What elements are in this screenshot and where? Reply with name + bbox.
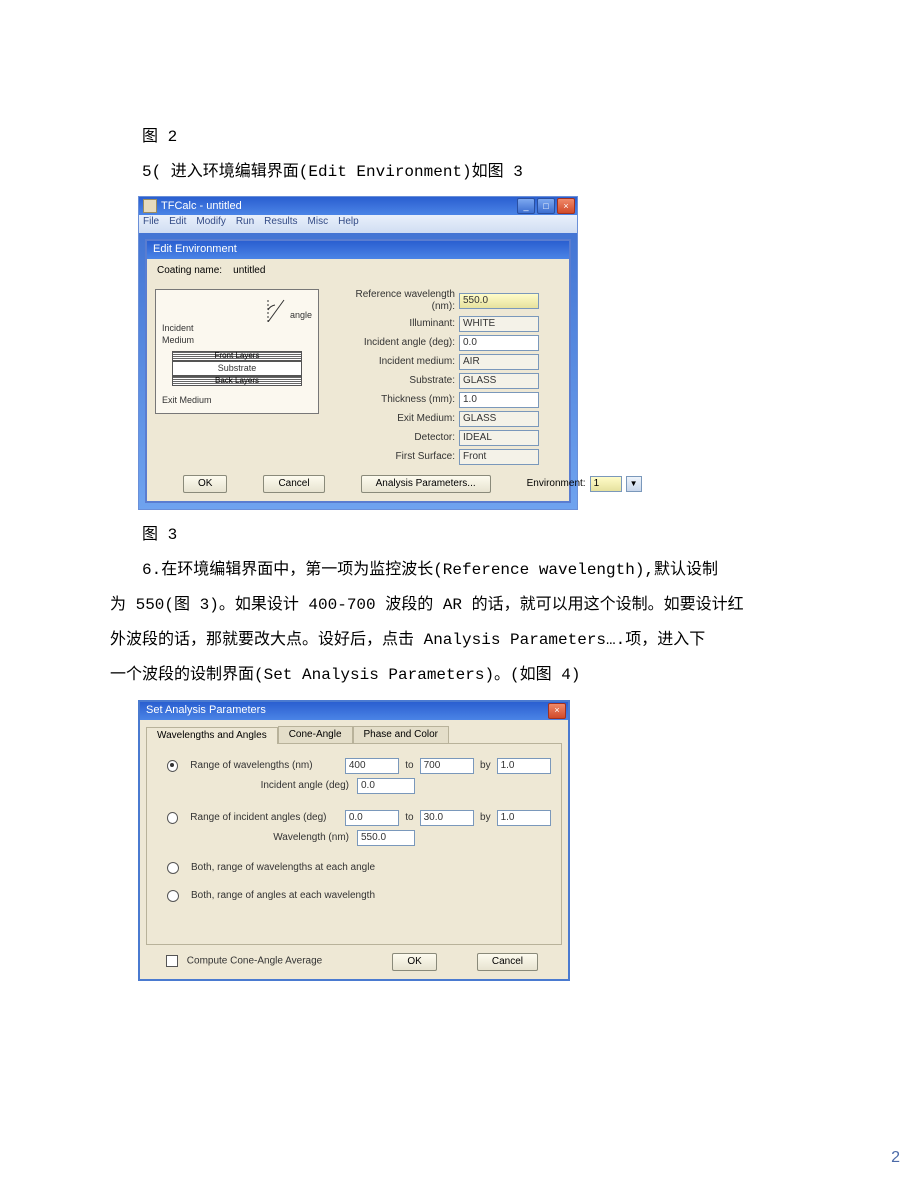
back-layers-bar: Back Layers — [172, 376, 302, 386]
first-surface-label: First Surface: — [335, 451, 455, 463]
tab-cone-angle[interactable]: Cone-Angle — [278, 726, 353, 744]
inc-angle-input-1[interactable]: 0.0 — [357, 778, 415, 794]
angle-by-input[interactable]: 1.0 — [497, 810, 551, 826]
menu-results[interactable]: Results — [264, 216, 297, 232]
exit-medium-label: Exit Medium — [162, 394, 312, 407]
angle-icon — [248, 296, 288, 322]
to-label-2: to — [405, 812, 413, 824]
incident-label: Incident — [162, 322, 312, 335]
environment-select[interactable]: 1 — [590, 476, 622, 492]
illuminant-label: Illuminant: — [335, 318, 455, 330]
medium-label: Medium — [162, 334, 312, 347]
tab-body: Range of wavelengths (nm) 400 to 700 by … — [146, 744, 562, 945]
fig2-caption: 图 2 — [110, 120, 810, 155]
incident-angle-input[interactable]: 0.0 — [459, 335, 539, 351]
tab-phase-color[interactable]: Phase and Color — [353, 726, 450, 744]
both-wavelengths-label: Both, range of wavelengths at each angle — [191, 862, 375, 874]
coating-name-row: Coating name: untitled — [157, 265, 569, 277]
thickness-label: Thickness (mm): — [335, 394, 455, 406]
range-angles-label: Range of incident angles (deg) — [190, 812, 339, 824]
para-5: 5( 进入环境编辑界面(Edit Environment)如图 3 — [110, 155, 810, 190]
dialog-title: Set Analysis Parameters — [146, 704, 266, 717]
window-titlebar: TFCalc - untitled _ □ × — [139, 197, 577, 215]
detector-input[interactable]: IDEAL — [459, 430, 539, 446]
menu-edit[interactable]: Edit — [169, 216, 186, 232]
layer-stack-diagram: angle Incident Medium Front Layers Subst… — [155, 289, 319, 414]
front-layers-bar: Front Layers — [172, 351, 302, 361]
radio-range-angles[interactable] — [167, 812, 178, 824]
page-number: 2 — [891, 1140, 900, 1175]
range-wavelengths-label: Range of wavelengths (nm) — [190, 760, 339, 772]
environment-dropdown-icon[interactable]: ▼ — [626, 476, 642, 492]
cancel-button[interactable]: Cancel — [263, 475, 324, 493]
both-angles-label: Both, range of angles at each wavelength — [191, 890, 375, 902]
substrate-bar: Substrate — [172, 361, 302, 376]
by-label-1: by — [480, 760, 491, 772]
environment-fields: Reference wavelength (nm): 550.0 Illumin… — [335, 289, 561, 465]
menu-misc[interactable]: Misc — [308, 216, 329, 232]
app-icon — [143, 199, 157, 213]
wavelength-by-input[interactable]: 1.0 — [497, 758, 551, 774]
thickness-input[interactable]: 1.0 — [459, 392, 539, 408]
radio-both-wavelengths[interactable] — [167, 862, 179, 874]
menu-modify[interactable]: Modify — [196, 216, 225, 232]
angle-from-input[interactable]: 0.0 — [345, 810, 399, 826]
coating-name-label: Coating name: — [157, 265, 222, 276]
menu-file[interactable]: File — [143, 216, 159, 232]
figure-4: Set Analysis Parameters × Wavelengths an… — [138, 700, 570, 981]
detector-label: Detector: — [335, 432, 455, 444]
figure-3: TFCalc - untitled _ □ × File Edit Modify… — [138, 196, 578, 509]
incident-angle-label: Incident angle (deg): — [335, 337, 455, 349]
incident-medium-input[interactable]: AIR — [459, 354, 539, 370]
compute-cone-label: Compute Cone-Angle Average — [187, 956, 322, 967]
incident-medium-label: Incident medium: — [335, 356, 455, 368]
para-6a: 6.在环境编辑界面中，第一项为监控波长(Reference wavelength… — [110, 553, 810, 588]
radio-range-wavelengths[interactable] — [167, 760, 178, 772]
analysis-parameters-button[interactable]: Analysis Parameters... — [361, 475, 491, 493]
fig3-caption: 图 3 — [110, 518, 810, 553]
angle-to-input[interactable]: 30.0 — [420, 810, 474, 826]
substrate-input[interactable]: GLASS — [459, 373, 539, 389]
cancel-button[interactable]: Cancel — [477, 953, 538, 971]
wavelength-from-input[interactable]: 400 — [345, 758, 399, 774]
close-button[interactable]: × — [548, 703, 566, 719]
window-title: TFCalc - untitled — [161, 200, 242, 213]
maximize-button[interactable]: □ — [537, 198, 555, 214]
ok-button[interactable]: OK — [392, 953, 436, 971]
tab-wavelengths[interactable]: Wavelengths and Angles — [146, 727, 278, 744]
compute-cone-checkbox[interactable] — [166, 955, 178, 967]
coating-name-value: untitled — [233, 265, 265, 276]
menu-bar: File Edit Modify Run Results Misc Help — [139, 215, 577, 233]
para-6c: 外波段的话，那就要改大点。设好后，点击 Analysis Parameters…… — [110, 623, 810, 658]
substrate-label: Substrate: — [335, 375, 455, 387]
ref-wavelength-input[interactable]: 550.0 — [459, 293, 539, 309]
menu-help[interactable]: Help — [338, 216, 359, 232]
ok-button[interactable]: OK — [183, 475, 227, 493]
first-surface-input[interactable]: Front — [459, 449, 539, 465]
environment-label: Environment: — [527, 478, 586, 490]
wavelength-label-2: Wavelength (nm) — [189, 832, 351, 844]
wavelength-input-2[interactable]: 550.0 — [357, 830, 415, 846]
radio-both-angles[interactable] — [167, 890, 179, 902]
para-6b: 为 550(图 3)。如果设计 400-700 波段的 AR 的话，就可以用这个… — [110, 588, 810, 623]
wavelength-to-input[interactable]: 700 — [420, 758, 474, 774]
to-label-1: to — [405, 760, 413, 772]
edit-environment-dialog: Edit Environment Coating name: untitled — [145, 239, 571, 502]
by-label-2: by — [480, 812, 491, 824]
menu-run[interactable]: Run — [236, 216, 254, 232]
close-button[interactable]: × — [557, 198, 575, 214]
exit-medium-field-label: Exit Medium: — [335, 413, 455, 425]
exit-medium-input[interactable]: GLASS — [459, 411, 539, 427]
para-6d: 一个波段的设制界面(Set Analysis Parameters)。(如图 4… — [110, 658, 810, 693]
tab-row: Wavelengths and Angles Cone-Angle Phase … — [146, 726, 562, 744]
angle-label: angle — [290, 309, 312, 322]
ref-wavelength-label: Reference wavelength (nm): — [335, 289, 455, 313]
inc-angle-label-1: Incident angle (deg) — [189, 780, 351, 792]
minimize-button[interactable]: _ — [517, 198, 535, 214]
illuminant-input[interactable]: WHITE — [459, 316, 539, 332]
set-analysis-dialog: Set Analysis Parameters × Wavelengths an… — [138, 700, 570, 981]
tfcalc-window: TFCalc - untitled _ □ × File Edit Modify… — [138, 196, 578, 509]
dialog-title: Edit Environment — [147, 241, 569, 258]
dialog-titlebar: Set Analysis Parameters × — [140, 702, 568, 720]
